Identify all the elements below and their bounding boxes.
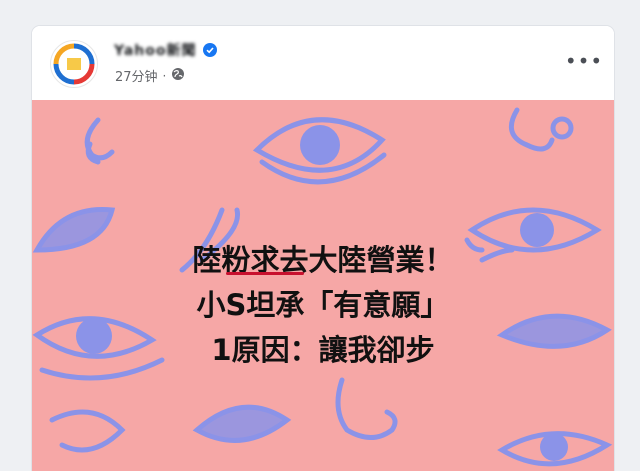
post-meta: 27分钟 ·	[115, 66, 185, 85]
avatar-logo	[53, 43, 95, 85]
author-name[interactable]: Yahoo新聞	[114, 40, 197, 60]
globe-icon	[171, 67, 185, 85]
post-header: Yahoo新聞 27分钟 · •••	[32, 26, 614, 100]
meta-separator: ·	[162, 68, 167, 83]
avatar[interactable]	[50, 40, 98, 88]
highlight-underline	[226, 272, 304, 275]
headline: 陸粉求去大陸營業！ 小S坦承「有意願」 1原因：讓我卻步	[32, 238, 614, 373]
verified-badge-icon	[202, 43, 217, 57]
more-options-button[interactable]: •••	[565, 49, 602, 73]
post-card: Yahoo新聞 27分钟 · ••• 陸粉求去大陸營業！ 小S坦承「有意願」 1…	[32, 26, 614, 471]
headline-line-1: 陸粉求去大陸營業！	[192, 243, 454, 277]
timestamp[interactable]: 27分钟	[115, 66, 158, 85]
author-row: Yahoo新聞	[114, 40, 217, 60]
post-image[interactable]: 陸粉求去大陸營業！ 小S坦承「有意願」 1原因：讓我卻步	[32, 100, 614, 471]
headline-line-3: 1原因：讓我卻步	[211, 333, 435, 367]
headline-line-2: 小S坦承「有意願」	[196, 288, 450, 322]
